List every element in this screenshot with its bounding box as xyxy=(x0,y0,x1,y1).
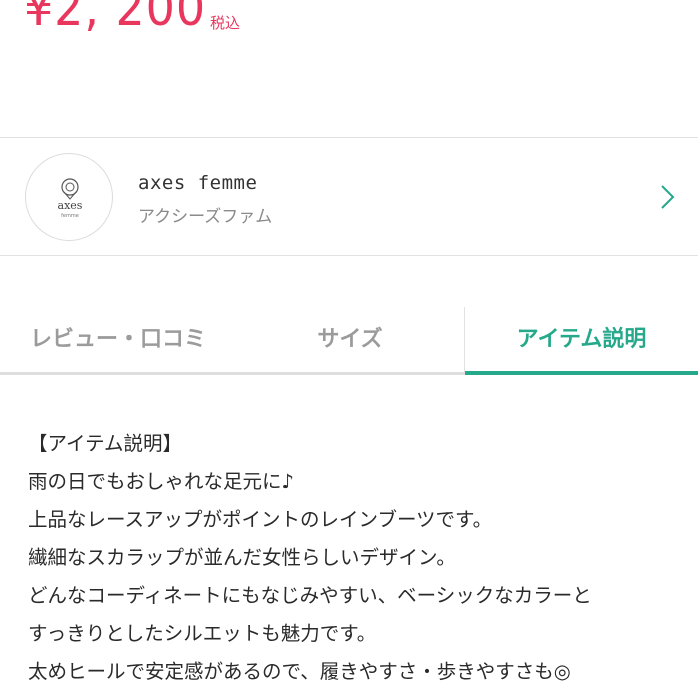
tab-item-description[interactable]: アイテム説明 xyxy=(465,307,698,373)
brand-name: axes femme xyxy=(138,172,258,194)
price-section: ¥2, 200 税込 xyxy=(0,0,698,137)
brand-logo-subtext: femme xyxy=(61,213,79,219)
description-line: 繊細なスカラップが並んだ女性らしいデザイン。 xyxy=(28,546,456,569)
brand-kana: アクシーズファム xyxy=(138,207,273,227)
price-amount: ¥2, 200 xyxy=(24,0,207,37)
item-description: 【アイテム説明】 雨の日でもおしゃれな足元に♪ 上品なレースアップがポイントのレ… xyxy=(28,425,693,691)
tab-bar: レビュー・口コミ サイズ アイテム説明 xyxy=(0,307,698,375)
tab-separator xyxy=(464,307,465,373)
active-tab-indicator xyxy=(465,371,698,375)
tab-size[interactable]: サイズ xyxy=(236,307,464,373)
description-line: どんなコーディネートにもなじみやすい、ベーシックなカラーと xyxy=(28,584,592,607)
description-line: 雨の日でもおしゃれな足元に♪ xyxy=(28,470,294,493)
description-line: 上品なレースアップがポイントのレインブーツです。 xyxy=(28,508,493,531)
description-line: 太めヒールで安定感があるので、履きやすさ・歩きやすさも◎ xyxy=(28,660,571,683)
chevron-right-icon xyxy=(661,185,675,209)
brand-link[interactable]: axes femme axes femme アクシーズファム xyxy=(0,138,698,255)
description-line: すっきりとしたシルエットも魅力です。 xyxy=(28,622,377,645)
tab-reviews[interactable]: レビュー・口コミ xyxy=(0,307,236,373)
brand-logo: axes femme xyxy=(25,153,113,241)
brand-logo-text: axes xyxy=(58,199,83,212)
divider xyxy=(0,255,698,256)
tax-label: 税込 xyxy=(210,14,241,32)
description-line: 【アイテム説明】 xyxy=(28,432,183,455)
